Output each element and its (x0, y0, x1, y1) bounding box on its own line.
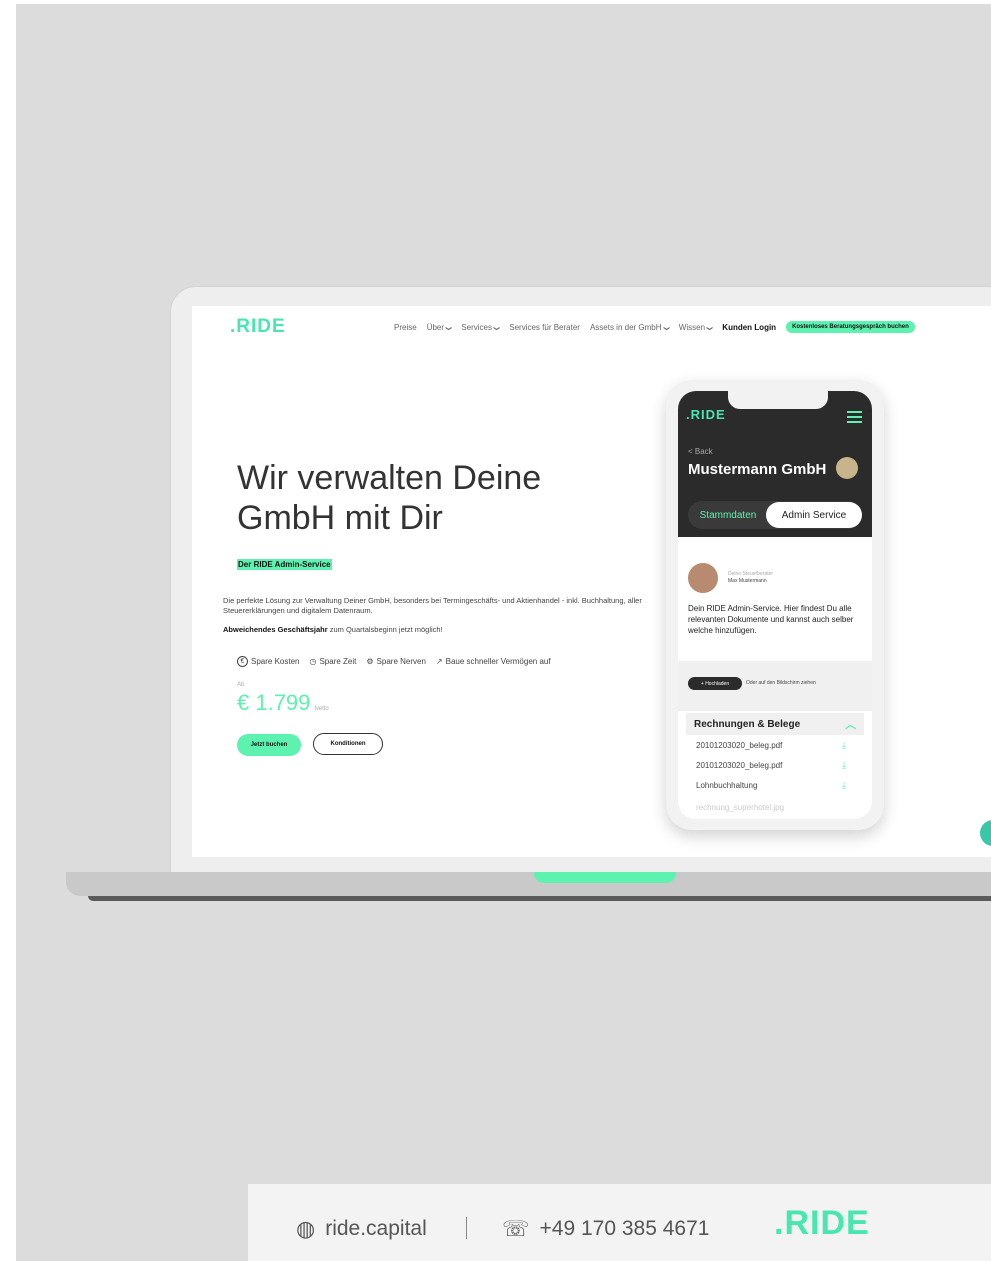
tab-admin-service[interactable]: Admin Service (766, 502, 862, 528)
consultation-button[interactable]: Kostenloses Beratungsgespräch buchen (786, 321, 915, 333)
advisor-role: Deine Steuerberater (728, 571, 774, 577)
nav-item-preise[interactable]: Preise (394, 323, 417, 332)
phone-tabs: Stammdaten Admin Service (688, 501, 862, 529)
back-link[interactable]: < Back (688, 447, 713, 456)
chevron-down-icon: ❯ (706, 325, 713, 331)
hero-highlight: Der RIDE Admin-Service (237, 559, 332, 570)
chevron-up-icon[interactable]: ︿ (845, 716, 856, 732)
upload-hint: Oder auf den Bildschirm ziehen (746, 680, 816, 686)
nav-item-assets[interactable]: Assets in der GmbH ❯ (590, 323, 669, 332)
phone-screen: .RIDE < Back Mustermann GmbH Stammdaten … (678, 391, 872, 819)
section-header[interactable]: Rechnungen & Belege ︿ (686, 713, 864, 735)
upload-button[interactable]: + Hochladen (688, 677, 742, 690)
nav-item-services[interactable]: Services ❯ (461, 323, 499, 332)
price-suffix: Netto (314, 706, 329, 712)
footer-logo: .RIDE (774, 1204, 870, 1242)
laptop-screen: .RIDE Preise Über ❯ Services ❯ Services … (192, 306, 991, 857)
download-icon[interactable]: ⤓ (842, 740, 846, 751)
company-name: Mustermann GmbH (688, 461, 827, 478)
download-icon[interactable]: ⤓ (842, 780, 846, 791)
chevron-down-icon: ❯ (493, 325, 500, 331)
hero-description: Die perfekte Lösung zur Verwaltung Deine… (223, 596, 642, 615)
phone-mockup: .RIDE < Back Mustermann GmbH Stammdaten … (666, 380, 884, 830)
file-item[interactable]: 20101203020_beleg.pdf (696, 741, 782, 750)
advisor-avatar (688, 563, 718, 593)
book-button[interactable]: Jetzt buchen (237, 734, 301, 756)
chevron-down-icon: ❯ (662, 325, 669, 331)
login-link[interactable]: Kunden Login (722, 323, 776, 332)
chevron-down-icon: ❯ (445, 325, 452, 331)
file-item[interactable]: 20101203020_beleg.pdf (696, 761, 782, 770)
feature-item: ◷ Spare Zeit (309, 657, 357, 666)
hamburger-menu-icon[interactable] (847, 411, 862, 426)
phone-call-icon: ☏ (502, 1216, 530, 1241)
phone-logo: .RIDE (686, 407, 726, 422)
laptop-notch (534, 872, 676, 883)
price-prefix: Ab (237, 682, 245, 688)
feature-item: € Spare Kosten (237, 656, 299, 667)
chat-bubble-icon[interactable] (980, 820, 991, 846)
feature-item: ↗ Baue schneller Vermögen auf (435, 657, 551, 666)
footer-divider (466, 1217, 467, 1239)
phone-number[interactable]: ☏ +49 170 385 4671 (502, 1216, 709, 1242)
website-link[interactable]: ◍ ride.capital (296, 1216, 427, 1242)
trend-up-icon: ↗ (435, 657, 443, 666)
nav-item-ueber[interactable]: Über ❯ (427, 323, 452, 332)
file-item[interactable]: rechnung_superhotel.jpg (696, 803, 784, 812)
site-logo[interactable]: .RIDE (230, 316, 286, 338)
footer: ◍ ride.capital ☏ +49 170 385 4671 .RIDE (248, 1184, 991, 1261)
phone-intro-text: Dein RIDE Admin-Service. Hier findest Du… (688, 604, 854, 635)
fiscal-year-note: Abweichendes Geschäftsjahr zum Quartalsb… (223, 625, 443, 634)
price: € 1.799 Netto (237, 690, 329, 715)
phone-header: .RIDE < Back Mustermann GmbH Stammdaten … (678, 391, 872, 537)
file-item[interactable]: Lohnbuchhaltung (696, 781, 757, 790)
feature-item: ⚙ Spare Nerven (366, 657, 426, 666)
phone-notch (728, 391, 828, 409)
main-nav: Preise Über ❯ Services ❯ Services für Be… (394, 321, 915, 333)
bike-icon: ⚙ (366, 657, 374, 666)
nav-item-wissen[interactable]: Wissen ❯ (679, 323, 713, 332)
euro-icon: € (237, 656, 248, 667)
hero-title: Wir verwalten Deine GmbH mit Dir (237, 459, 542, 537)
clock-icon: ◷ (309, 657, 317, 666)
advisor-name: Max Mustermann (728, 578, 767, 584)
download-icon[interactable]: ⤓ (842, 760, 846, 771)
nav-item-services-berater[interactable]: Services für Berater (509, 323, 580, 332)
conditions-button[interactable]: Konditionen (313, 733, 383, 755)
laptop-base-shadow (88, 896, 991, 901)
tab-stammdaten[interactable]: Stammdaten (688, 501, 768, 529)
company-avatar[interactable] (836, 457, 858, 479)
feature-list: € Spare Kosten ◷ Spare Zeit ⚙ Spare Nerven … (237, 656, 551, 667)
globe-icon: ◍ (296, 1216, 316, 1241)
laptop-base (66, 872, 991, 896)
